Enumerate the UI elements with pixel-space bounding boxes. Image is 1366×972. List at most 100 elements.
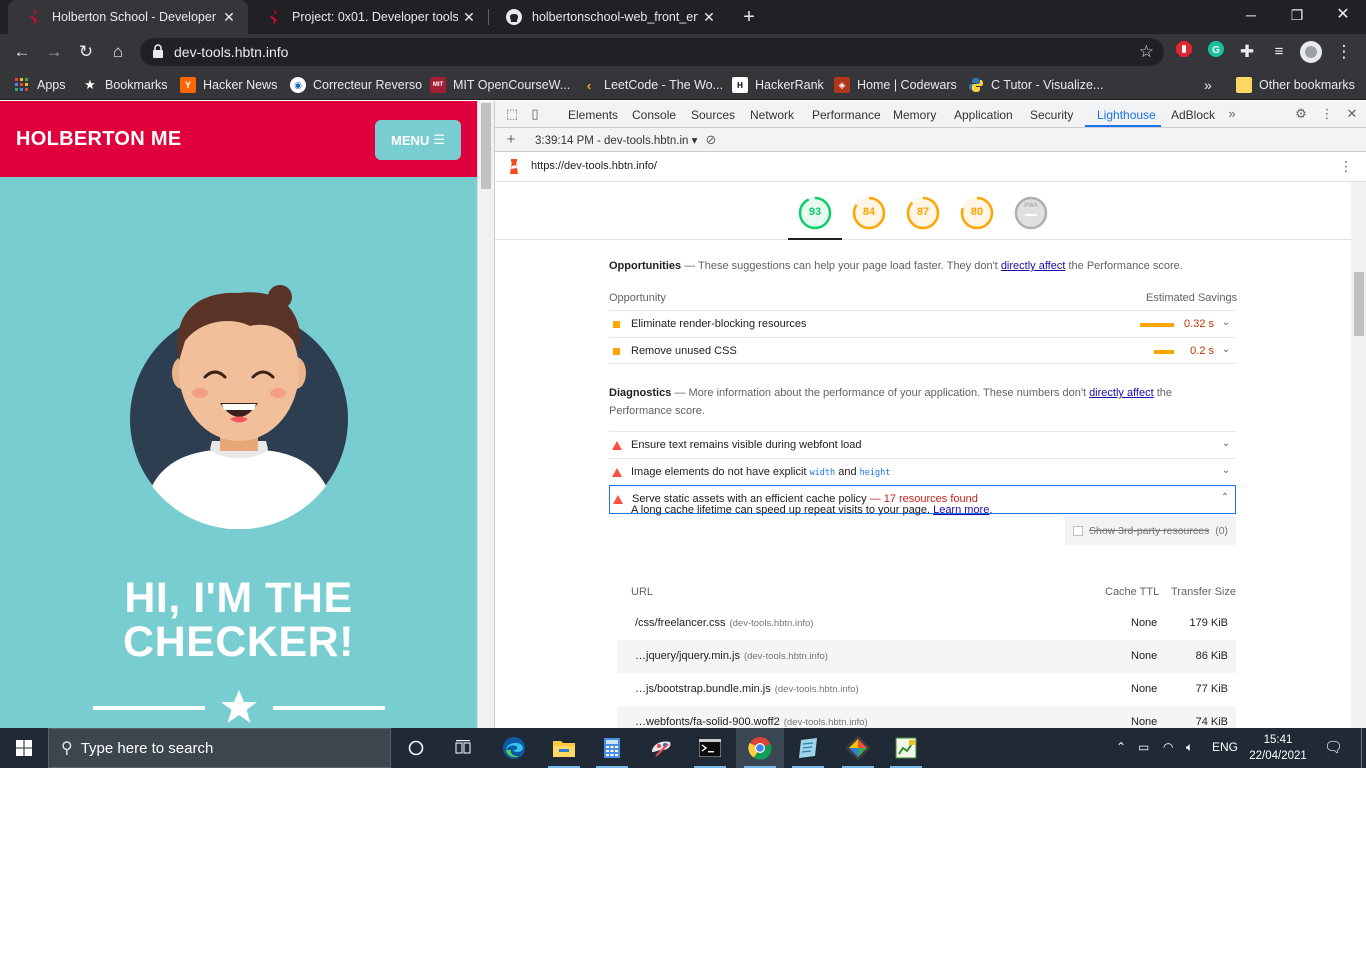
wifi-icon[interactable]: ◠ bbox=[1163, 740, 1173, 754]
score-gauge[interactable]: PWA bbox=[1014, 196, 1048, 230]
close-icon[interactable]: ✕ bbox=[458, 9, 480, 26]
opportunity-row[interactable]: Remove unused CSS 0.2 s ⌄ bbox=[609, 337, 1236, 364]
third-party-checkbox[interactable] bbox=[1073, 526, 1083, 536]
close-icon[interactable]: ✕ bbox=[698, 9, 720, 26]
tab-elements[interactable]: Elements bbox=[568, 108, 618, 122]
tab-network[interactable]: Network bbox=[750, 108, 794, 122]
scroll-thumb[interactable] bbox=[1354, 272, 1364, 336]
chevron-down-icon[interactable]: ⌄ bbox=[1220, 465, 1232, 477]
media-queue-icon[interactable]: ≡ bbox=[1268, 41, 1290, 63]
bookmark-star-icon[interactable]: ☆ bbox=[1139, 42, 1154, 62]
tray-overflow-chevron-icon[interactable]: ⌃ bbox=[1116, 740, 1126, 754]
notifications-icon[interactable]: 🗨︎ bbox=[1324, 738, 1343, 756]
tab-lighthouse[interactable]: Lighthouse bbox=[1097, 108, 1156, 122]
window-close-icon[interactable]: ✕ bbox=[1320, 0, 1366, 32]
score-gauge[interactable]: 80 bbox=[960, 196, 994, 230]
bookmark-c-tutor[interactable]: C Tutor - Visualize... bbox=[968, 76, 1103, 94]
home-icon[interactable]: ⌂ bbox=[107, 41, 129, 63]
score-gauge[interactable]: 84 bbox=[852, 196, 886, 230]
reload-icon[interactable]: ↻ bbox=[75, 41, 97, 63]
devtools-menu-icon[interactable]: ⋮ bbox=[1319, 106, 1335, 122]
back-icon[interactable]: ← bbox=[11, 41, 33, 63]
cortana-icon[interactable] bbox=[392, 728, 440, 768]
score-gauge[interactable]: 93 bbox=[798, 196, 832, 230]
bookmark-codewars[interactable]: ◈ Home | Codewars bbox=[834, 76, 957, 94]
adblock-extension-icon[interactable] bbox=[1173, 41, 1195, 63]
tab-performance[interactable]: Performance bbox=[812, 108, 881, 122]
snip-sketch-icon[interactable] bbox=[638, 728, 686, 768]
spreadsheet-app-icon[interactable] bbox=[882, 728, 930, 768]
page-scrollbar[interactable] bbox=[477, 101, 494, 728]
edge-icon[interactable] bbox=[490, 728, 538, 768]
windows-start-icon[interactable] bbox=[0, 728, 48, 768]
site-title[interactable]: HOLBERTON ME bbox=[16, 128, 181, 151]
learn-more-link[interactable]: Learn more bbox=[933, 504, 989, 516]
tab-application[interactable]: Application bbox=[954, 108, 1013, 122]
input-language[interactable]: ENG bbox=[1212, 740, 1238, 754]
file-explorer-icon[interactable] bbox=[540, 728, 588, 768]
settings-gear-icon[interactable]: ⚙ bbox=[1293, 106, 1309, 122]
bookmark-apps[interactable]: Apps bbox=[14, 76, 66, 94]
volume-icon[interactable]: 🔈︎ bbox=[1186, 740, 1193, 755]
show-desktop-button[interactable] bbox=[1361, 728, 1362, 768]
report-menu-icon[interactable]: ⋮ bbox=[1339, 158, 1353, 175]
task-view-icon[interactable] bbox=[440, 728, 488, 768]
forward-icon[interactable]: → bbox=[43, 41, 65, 63]
tab-project[interactable]: Project: 0x01. Developer tools | H ✕ bbox=[248, 0, 488, 34]
resource-url[interactable]: /css/freelancer.css bbox=[635, 617, 725, 629]
tab-adblock[interactable]: AdBlock bbox=[1171, 108, 1215, 122]
device-toolbar-icon[interactable]: ▯ bbox=[527, 106, 543, 122]
opportunity-row[interactable]: Eliminate render-blocking resources 0.32… bbox=[609, 310, 1236, 337]
close-icon[interactable]: ✕ bbox=[218, 9, 240, 26]
devtools-close-icon[interactable]: ✕ bbox=[1344, 106, 1360, 122]
chevron-down-icon[interactable]: ⌄ bbox=[1220, 317, 1232, 329]
calculator-icon[interactable] bbox=[588, 728, 636, 768]
bookmark-mit[interactable]: MIT MIT OpenCourseW... bbox=[430, 76, 570, 94]
menu-button[interactable]: MENU ☰ bbox=[375, 120, 461, 160]
taskbar-search-box[interactable]: ⚲ Type here to search bbox=[48, 728, 391, 768]
report-selector[interactable]: 3:39:14 PM - dev-tools.hbtn.in ▾ bbox=[535, 133, 697, 147]
more-tabs-icon[interactable]: » bbox=[1224, 106, 1240, 122]
terminal-icon[interactable] bbox=[686, 728, 734, 768]
bookmarks-overflow-icon[interactable]: » bbox=[1204, 76, 1212, 94]
new-report-plus-icon[interactable]: + bbox=[503, 132, 519, 148]
browser-menu-icon[interactable]: ⋮ bbox=[1333, 41, 1355, 63]
battery-icon[interactable]: ▭ bbox=[1138, 740, 1149, 754]
report-scrollbar[interactable] bbox=[1351, 182, 1366, 728]
bookmark-leetcode[interactable]: ‹ LeetCode - The Wo... bbox=[581, 76, 723, 94]
tab-github[interactable]: holbertonschool-web_front_end/ ✕ bbox=[488, 0, 728, 34]
extensions-puzzle-icon[interactable]: ✚ bbox=[1236, 41, 1258, 63]
profile-avatar-icon[interactable] bbox=[1300, 41, 1322, 63]
grammarly-extension-icon[interactable]: G bbox=[1205, 41, 1227, 63]
diagnostic-row[interactable]: Image elements do not have explicit widt… bbox=[609, 458, 1236, 485]
bookmark-hacker-news[interactable]: Y Hacker News bbox=[180, 76, 277, 94]
chevron-down-icon[interactable]: ⌄ bbox=[1220, 344, 1232, 356]
git-gui-icon[interactable] bbox=[834, 728, 882, 768]
bookmark-other[interactable]: Other bookmarks bbox=[1236, 76, 1355, 94]
bookmark-reverso[interactable]: ◉ Correcteur Reverso bbox=[290, 76, 422, 94]
address-bar[interactable]: dev-tools.hbtn.info ☆ bbox=[140, 38, 1164, 66]
system-clock[interactable]: 15:41 22/04/2021 bbox=[1240, 732, 1316, 764]
bookmark-hackerrank[interactable]: H HackerRank bbox=[732, 76, 824, 94]
inspect-element-icon[interactable]: ⬚ bbox=[504, 106, 520, 122]
resource-url[interactable]: …js/bootstrap.bundle.min.js bbox=[635, 683, 771, 695]
tab-security[interactable]: Security bbox=[1030, 108, 1073, 122]
directly-affect-link[interactable]: directly affect bbox=[1089, 387, 1154, 399]
clear-block-icon[interactable]: ⊘ bbox=[703, 132, 719, 148]
diagnostic-row[interactable]: Ensure text remains visible during webfo… bbox=[609, 431, 1236, 458]
directly-affect-link[interactable]: directly affect bbox=[1001, 260, 1066, 272]
chrome-icon[interactable] bbox=[736, 728, 784, 768]
chevron-up-icon[interactable]: ⌃ bbox=[1219, 492, 1231, 504]
new-tab-icon[interactable]: + bbox=[738, 6, 760, 28]
bookmark-bookmarks[interactable]: ★ Bookmarks bbox=[82, 76, 167, 94]
score-gauge[interactable]: 87 bbox=[906, 196, 940, 230]
tab-holberton[interactable]: Holberton School - Developer to ✕ bbox=[8, 0, 248, 34]
resource-url[interactable]: …webfonts/fa-solid-900.woff2 bbox=[635, 716, 780, 728]
tab-console[interactable]: Console bbox=[632, 108, 676, 122]
chevron-down-icon[interactable]: ⌄ bbox=[1220, 438, 1232, 450]
tab-sources[interactable]: Sources bbox=[691, 108, 735, 122]
maximize-icon[interactable]: ❐ bbox=[1274, 0, 1320, 32]
tab-memory[interactable]: Memory bbox=[893, 108, 936, 122]
third-party-toggle[interactable]: Show 3rd-party resources (0) bbox=[1065, 517, 1236, 545]
notepad-app-icon[interactable] bbox=[784, 728, 832, 768]
